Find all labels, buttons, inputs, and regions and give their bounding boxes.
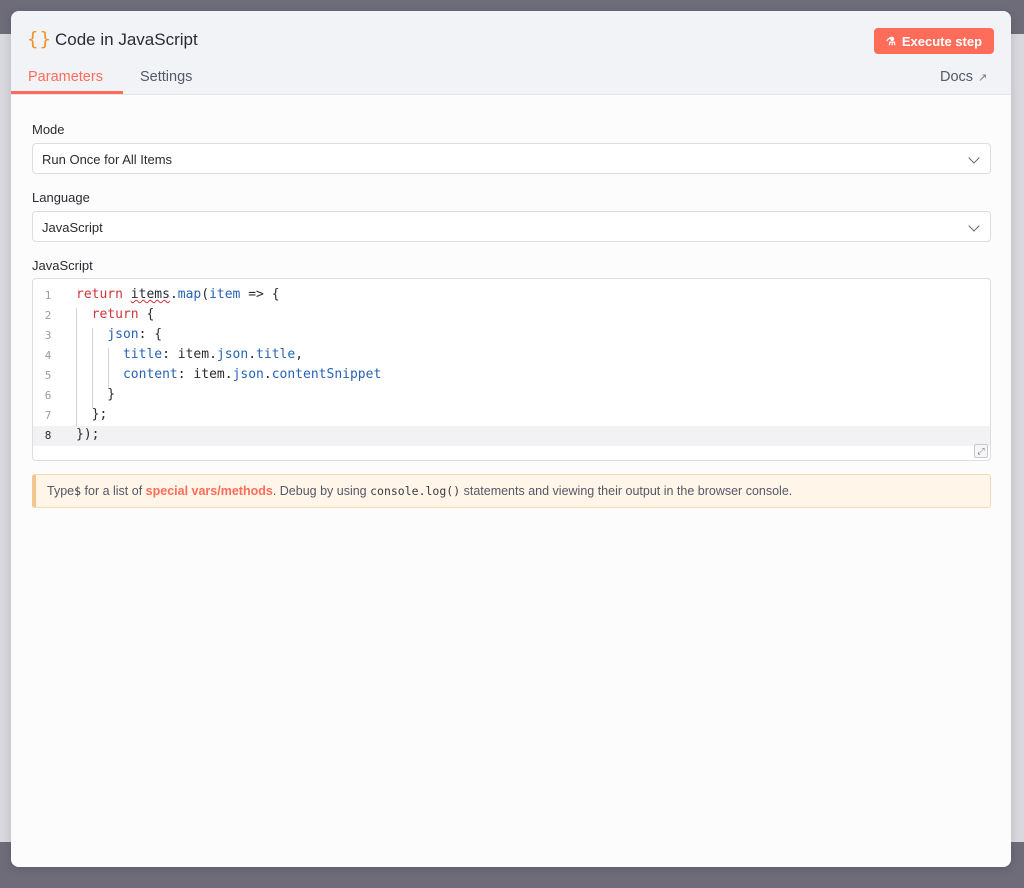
hint-dollar: $ (74, 484, 82, 498)
code-line-active[interactable]: 8 }); (33, 426, 990, 446)
curly-braces-icon: {} (27, 28, 52, 50)
hint-text: Type (47, 484, 75, 498)
tab-parameters[interactable]: Parameters (28, 69, 103, 85)
code-text: return items.map(item => { (76, 287, 280, 302)
mode-value: Run Once for All Items (42, 152, 173, 167)
node-details-modal: {} Code in JavaScript ⚗ Execute step Par… (11, 11, 1011, 867)
code-line[interactable]: 4 title: item.json.title, (33, 346, 990, 366)
language-select[interactable]: JavaScript (32, 211, 991, 242)
code-text: }; (76, 407, 108, 422)
mode-select[interactable]: Run Once for All Items (32, 143, 991, 174)
execute-step-label: Execute step (901, 33, 983, 49)
code-line[interactable]: 2 return { (33, 306, 990, 326)
special-vars-link[interactable]: special vars/methods (146, 484, 273, 498)
mode-label: Mode (32, 122, 65, 137)
hint-text: for a list of (81, 484, 146, 498)
line-number: 8 (44, 429, 52, 442)
tab-settings[interactable]: Settings (140, 69, 192, 85)
code-text: }); (76, 427, 100, 442)
node-title[interactable]: Code in JavaScript (55, 30, 198, 50)
execute-step-button[interactable]: ⚗ Execute step (874, 28, 994, 54)
line-number: 5 (44, 369, 52, 382)
chevron-down-icon (968, 152, 980, 164)
code-text: return { (91, 307, 155, 322)
code-line[interactable]: 7 }; (33, 406, 990, 426)
hint-text: statements and viewing their output in t… (460, 484, 793, 498)
line-number: 1 (44, 289, 52, 302)
code-text: content: item.json.contentSnippet (122, 367, 382, 382)
line-number: 7 (44, 409, 52, 422)
code-line[interactable]: 6 } (33, 386, 990, 406)
docs-label: Docs (940, 69, 974, 85)
external-link-icon: ↗ (978, 71, 988, 84)
docs-link[interactable]: Docs ↗ (940, 69, 987, 85)
line-number: 6 (44, 389, 52, 402)
line-number: 2 (44, 309, 52, 322)
hint-text: . Debug by using (272, 484, 371, 498)
code-line[interactable]: 3 json: { (33, 326, 990, 346)
flask-icon: ⚗ (885, 35, 896, 48)
code-line[interactable]: 1 return items.map(item => { (33, 286, 990, 306)
language-label: Language (32, 190, 90, 205)
expand-editor-icon[interactable]: ⤢ (974, 444, 988, 458)
active-tab-indicator (11, 91, 123, 94)
code-text: title: item.json.title, (122, 347, 304, 362)
code-text: json: { (107, 327, 163, 342)
modal-header: {} Code in JavaScript ⚗ Execute step Par… (11, 11, 1011, 95)
hint-console-log: console.log() (370, 484, 461, 498)
parameters-panel: Mode Run Once for All Items Language Jav… (11, 95, 1011, 867)
code-line[interactable]: 5 content: item.json.contentSnippet (33, 366, 990, 386)
code-label: JavaScript (32, 258, 93, 273)
code-editor[interactable]: 1 return items.map(item => { 2 return { … (32, 278, 991, 461)
chevron-down-icon (968, 220, 980, 232)
code-hint-notice: Type $ for a list of special vars/method… (32, 474, 991, 508)
code-text: } (76, 387, 116, 402)
line-number: 3 (44, 329, 52, 342)
language-value: JavaScript (42, 220, 103, 235)
line-number: 4 (44, 349, 52, 362)
